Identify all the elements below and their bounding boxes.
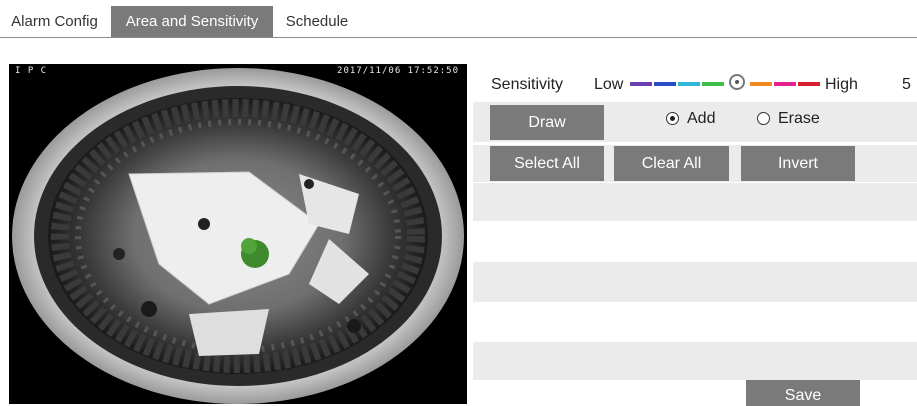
save-button[interactable]: Save <box>746 380 860 406</box>
add-label: Add <box>687 110 716 127</box>
sensitivity-slider[interactable] <box>630 68 824 100</box>
tab-alarm-config[interactable]: Alarm Config <box>0 6 109 37</box>
radio-selected-dot <box>670 116 675 121</box>
sensitivity-row: Sensitivity Low High 5 <box>473 68 917 100</box>
slider-segment <box>750 82 772 86</box>
invert-button[interactable]: Invert <box>741 146 855 181</box>
select-all-button[interactable]: Select All <box>490 146 604 181</box>
tab-bar: Alarm Config Area and Sensitivity Schedu… <box>0 0 917 38</box>
selection-row: Select All Clear All Invert <box>473 145 917 182</box>
video-preview[interactable]: I P C 2017/11/06 17:52:50 <box>9 64 467 404</box>
tab-schedule[interactable]: Schedule <box>276 6 358 37</box>
empty-row <box>473 342 917 380</box>
draw-button[interactable]: Draw <box>490 105 604 140</box>
slider-segment <box>702 82 724 86</box>
slider-segment <box>630 82 652 86</box>
slider-segment <box>654 82 676 86</box>
channel-label: I P C <box>15 66 48 76</box>
slider-segment <box>774 82 796 86</box>
sensitivity-value: 5 <box>902 76 911 93</box>
tab-underline <box>0 37 917 38</box>
tab-area-and-sensitivity[interactable]: Area and Sensitivity <box>111 6 273 37</box>
sensitivity-label: Sensitivity <box>491 76 564 93</box>
timestamp-overlay: 2017/11/06 17:52:50 <box>337 66 459 76</box>
erase-label: Erase <box>778 110 820 127</box>
high-label: High <box>825 76 858 93</box>
slider-segment <box>678 82 700 86</box>
erase-radio[interactable] <box>757 112 770 125</box>
empty-row <box>473 183 917 221</box>
draw-row: Draw Add Erase <box>473 102 917 142</box>
fisheye-image <box>9 64 467 404</box>
slider-knob[interactable] <box>729 74 745 90</box>
empty-row <box>473 262 917 302</box>
clear-all-button[interactable]: Clear All <box>614 146 729 181</box>
slider-segment <box>798 82 820 86</box>
add-radio[interactable] <box>666 112 679 125</box>
low-label: Low <box>594 76 624 93</box>
